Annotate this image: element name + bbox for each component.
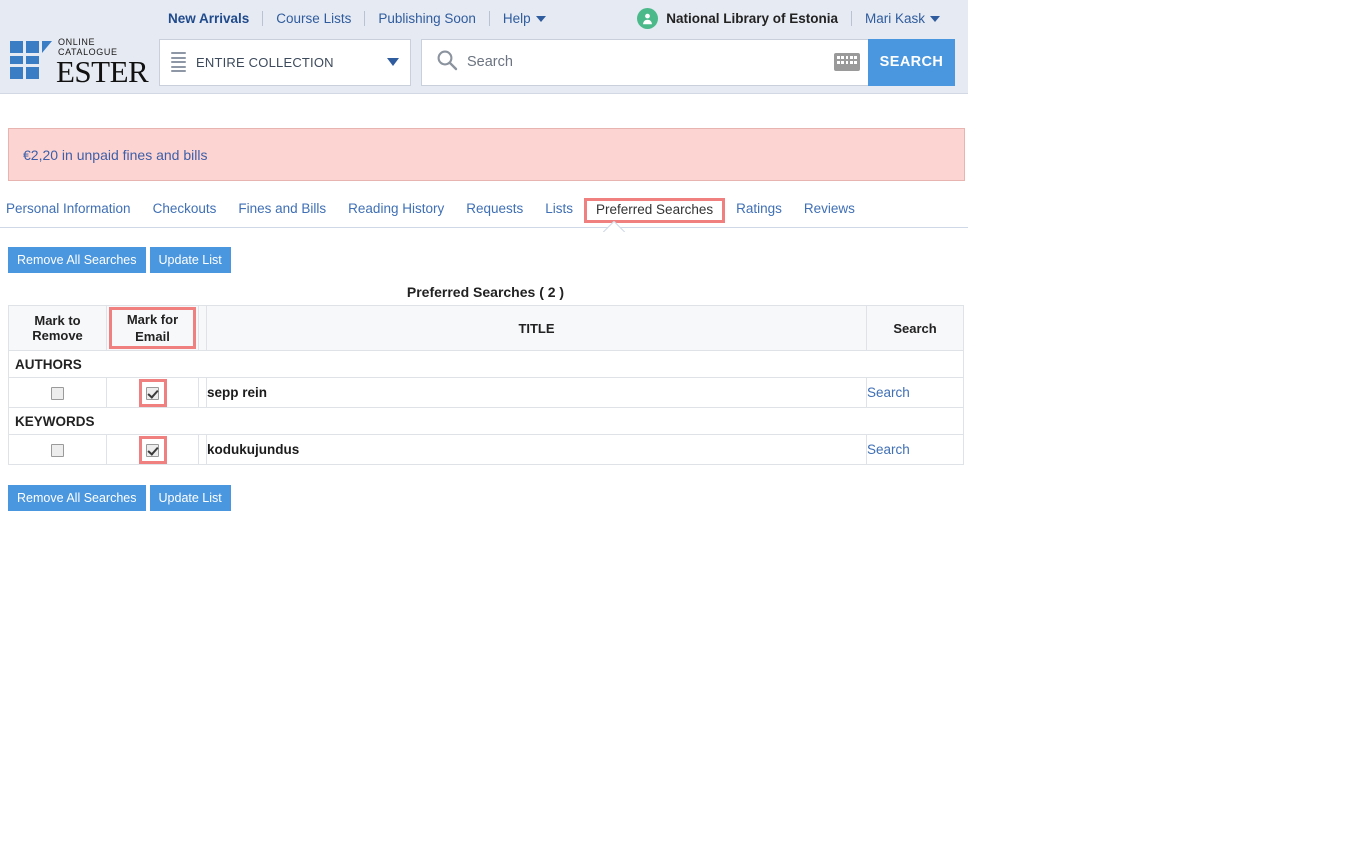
keyboard-icon[interactable] — [834, 53, 860, 71]
top-nav-course-lists[interactable]: Course Lists — [263, 11, 364, 27]
hamburger-icon — [171, 52, 186, 72]
top-nav-help[interactable]: Help — [490, 11, 559, 27]
group-spacer-keywords — [866, 407, 964, 435]
user-icon — [637, 8, 659, 29]
mark-to-remove-cell[interactable] — [8, 377, 107, 408]
remove-all-searches-button-bottom[interactable]: Remove All Searches — [8, 485, 146, 511]
mark-for-email-line1: Mark for — [126, 312, 179, 327]
top-nav-help-label: Help — [502, 10, 531, 26]
account-menu[interactable]: Mari Kask — [852, 11, 940, 26]
column-header-title: TITLE — [206, 305, 867, 351]
mark-to-remove-checkbox[interactable] — [51, 386, 64, 400]
remove-all-searches-button-top[interactable]: Remove All Searches — [8, 247, 146, 273]
tab-lists[interactable]: Lists — [534, 198, 584, 221]
mark-to-remove-checkbox[interactable] — [51, 443, 64, 457]
toolbar-top: Remove All Searches Update List — [8, 247, 1359, 273]
mark-to-remove-line2: Remove — [32, 328, 83, 343]
account-area: National Library of Estonia Mari Kask — [637, 8, 954, 29]
mark-for-email-checkbox[interactable] — [146, 386, 159, 400]
table-row: sepp rein Search — [8, 377, 964, 408]
search-action-cell[interactable]: Search — [866, 377, 964, 408]
chevron-down-icon — [930, 16, 940, 22]
group-header-row-keywords: KEYWORDS — [8, 407, 964, 435]
search-bar-row: ONLINE CATALOGUE ESTER ENTIRE COLLECTION — [0, 37, 968, 93]
site-header: New Arrivals Course Lists Publishing Soo… — [0, 0, 968, 94]
column-header-search: Search — [866, 305, 964, 351]
ester-logo-text: ONLINE CATALOGUE ESTER — [56, 37, 151, 87]
tab-ratings[interactable]: Ratings — [725, 198, 793, 221]
top-nav-new-arrivals[interactable]: New Arrivals — [155, 11, 262, 27]
group-label-authors: AUTHORS — [8, 350, 867, 378]
group-spacer-authors — [866, 350, 964, 378]
run-search-link[interactable]: Search — [867, 385, 910, 400]
mark-for-email-checkbox[interactable] — [146, 443, 159, 457]
collection-scope-value: ENTIRE COLLECTION — [196, 54, 334, 70]
tab-reviews[interactable]: Reviews — [793, 198, 866, 221]
tab-preferred-searches[interactable]: Preferred Searches — [584, 198, 726, 223]
account-name-label: Mari Kask — [864, 11, 925, 26]
column-header-mark-for-email: Mark for Email — [106, 305, 199, 351]
search-field-wrapper — [421, 38, 868, 86]
table-header-row: Mark to Remove Mark for Email TITLE Sear… — [8, 305, 964, 351]
institution-name: National Library of Estonia — [666, 11, 838, 26]
chevron-down-icon — [387, 58, 399, 66]
preferred-searches-heading: Preferred Searches ( 2 ) — [406, 284, 565, 300]
top-navigation-bar: New Arrivals Course Lists Publishing Soo… — [0, 0, 968, 37]
column-header-spacer — [198, 305, 207, 351]
tab-reading-history[interactable]: Reading History — [337, 198, 455, 221]
search-action-cell[interactable]: Search — [866, 434, 964, 465]
update-list-button-top[interactable]: Update List — [149, 247, 231, 273]
mark-for-email-line2: Email — [135, 329, 170, 344]
account-tabs: Personal Information Checkouts Fines and… — [0, 198, 968, 228]
top-nav-publishing-soon[interactable]: Publishing Soon — [365, 11, 489, 27]
search-icon — [436, 49, 458, 76]
tab-checkouts[interactable]: Checkouts — [142, 198, 228, 221]
toolbar-bottom: Remove All Searches Update List — [8, 485, 1359, 511]
mark-for-email-cell[interactable] — [106, 434, 199, 465]
group-label-keywords: KEYWORDS — [8, 407, 867, 435]
mark-for-email-cell[interactable] — [106, 377, 199, 408]
collection-scope-dropdown[interactable]: ENTIRE COLLECTION — [159, 38, 411, 86]
ester-logo-mark — [8, 37, 54, 88]
search-box: SEARCH — [421, 38, 955, 86]
tabs-divider — [0, 227, 968, 228]
active-tab-pointer — [603, 221, 625, 232]
update-list-button-bottom[interactable]: Update List — [149, 485, 231, 511]
row-spacer-cell — [198, 434, 207, 465]
run-search-link[interactable]: Search — [867, 442, 910, 457]
mark-to-remove-line1: Mark to — [34, 313, 81, 328]
search-title: kodukujundus — [206, 434, 867, 465]
chevron-down-icon — [535, 15, 546, 22]
row-spacer-cell — [198, 377, 207, 408]
tab-fines-and-bills[interactable]: Fines and Bills — [227, 198, 337, 221]
tab-requests[interactable]: Requests — [455, 198, 534, 221]
fines-alert-banner: €2,20 in unpaid fines and bills — [8, 128, 965, 181]
mark-for-email-highlight-box: Mark for Email — [109, 307, 196, 349]
tab-personal-information[interactable]: Personal Information — [6, 198, 142, 221]
top-nav-links: New Arrivals Course Lists Publishing Soo… — [155, 11, 559, 27]
search-input[interactable] — [467, 54, 834, 70]
table-row: kodukujundus Search — [8, 434, 964, 465]
mark-to-remove-cell[interactable] — [8, 434, 107, 465]
search-submit-button[interactable]: SEARCH — [868, 38, 955, 86]
preferred-searches-table: Mark to Remove Mark for Email TITLE Sear… — [8, 305, 964, 465]
ester-logo[interactable]: ONLINE CATALOGUE ESTER — [8, 37, 151, 88]
search-title: sepp rein — [206, 377, 867, 408]
fines-alert-text: €2,20 in unpaid fines and bills — [23, 146, 208, 163]
group-header-row-authors: AUTHORS — [8, 350, 964, 378]
column-header-mark-to-remove: Mark to Remove — [8, 305, 107, 351]
logo-title: ESTER — [56, 54, 149, 89]
